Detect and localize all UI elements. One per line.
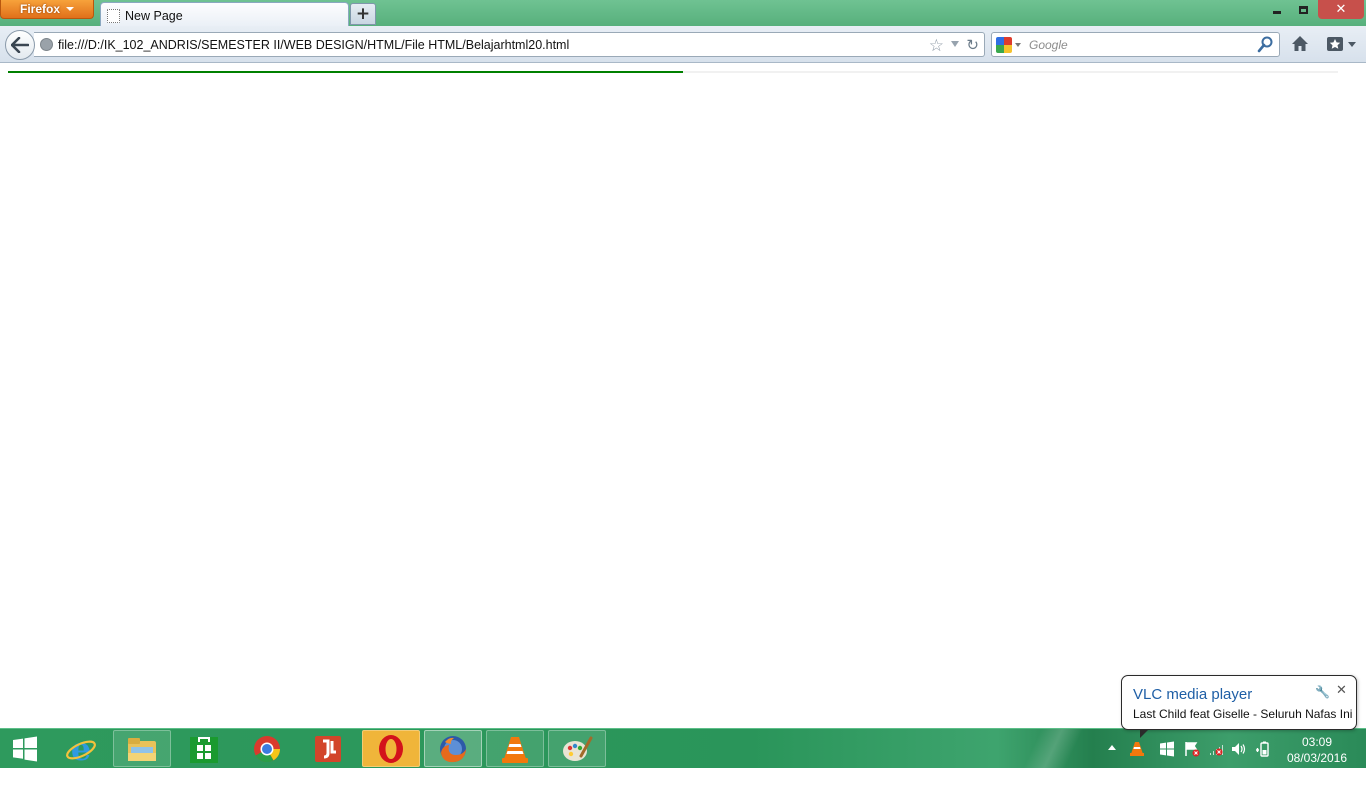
internet-explorer-icon: e	[66, 733, 96, 765]
search-magnifier-icon[interactable]	[1257, 36, 1273, 53]
horizontal-rule-shadow	[683, 71, 1338, 73]
opera-icon	[379, 734, 403, 763]
network-disconnected-icon[interactable]	[1208, 741, 1224, 757]
search-bar[interactable]	[991, 32, 1280, 57]
page-content	[0, 64, 1366, 728]
clock-date: 08/03/2016	[1286, 751, 1348, 765]
flag-error-icon[interactable]	[1184, 741, 1200, 757]
clock[interactable]: 03:09 08/03/2016	[1282, 734, 1352, 766]
balloon-tail	[1140, 719, 1149, 738]
chrome-icon	[254, 735, 281, 762]
vlc-tray-icon[interactable]	[1129, 741, 1145, 757]
reload-icon[interactable]: ↻	[966, 36, 979, 54]
clock-time: 03:09	[1301, 735, 1333, 749]
navigation-toolbar: file:///D:/IK_102_ANDRIS/SEMESTER II/WEB…	[0, 26, 1366, 63]
taskbar-foxit-reader[interactable]	[299, 730, 357, 767]
folder-icon	[128, 737, 156, 761]
taskbar: e 03:09 08/03/2016	[0, 728, 1366, 769]
url-text[interactable]: file:///D:/IK_102_ANDRIS/SEMESTER II/WEB…	[58, 38, 569, 52]
volume-icon[interactable]	[1231, 741, 1247, 757]
new-tab-button[interactable]: +	[350, 3, 376, 25]
firefox-icon	[440, 735, 466, 762]
search-engine-dropdown-icon[interactable]	[1015, 42, 1021, 47]
firefox-menu-button[interactable]: Firefox	[0, 0, 94, 19]
url-history-dropdown-icon[interactable]	[951, 41, 959, 47]
vlc-notification-balloon[interactable]: VLC media player 🔧 ✕ Last Child feat Gis…	[1121, 675, 1357, 738]
home-icon[interactable]	[1291, 35, 1309, 52]
bookmark-star-icon[interactable]: ☆	[929, 36, 944, 56]
notification-title: VLC media player	[1133, 686, 1253, 703]
address-bar[interactable]: file:///D:/IK_102_ANDRIS/SEMESTER II/WEB…	[34, 32, 985, 57]
power-battery-icon[interactable]	[1255, 741, 1271, 757]
wrench-icon[interactable]: 🔧	[1315, 685, 1330, 699]
bookmarks-icon	[1327, 37, 1343, 51]
taskbar-file-explorer[interactable]	[113, 730, 171, 767]
restore-icon	[1298, 5, 1308, 14]
taskbar-windows-store[interactable]	[175, 730, 233, 767]
chevron-down-icon	[66, 7, 74, 11]
taskbar-vlc[interactable]	[486, 730, 544, 767]
store-icon	[190, 736, 218, 763]
globe-icon[interactable]	[40, 38, 53, 51]
horizontal-rule	[8, 71, 683, 73]
taskbar-chrome[interactable]	[238, 730, 296, 767]
page-favicon-icon	[107, 8, 120, 23]
back-arrow-icon	[11, 37, 29, 53]
title-bar: Firefox New Page + ✕	[0, 0, 1366, 28]
tray-overflow-icon[interactable]	[1108, 745, 1116, 750]
tab-new-page[interactable]: New Page	[100, 2, 349, 28]
close-icon[interactable]: ✕	[1336, 683, 1347, 698]
paint-icon	[563, 736, 593, 761]
taskbar-paint[interactable]	[548, 730, 606, 767]
minimize-button[interactable]	[1266, 0, 1288, 19]
action-center-icon[interactable]	[1159, 741, 1175, 757]
taskbar-firefox[interactable]	[424, 730, 482, 767]
tab-title: New Page	[125, 8, 183, 23]
firefox-menu-label: Firefox	[19, 2, 60, 16]
taskbar-internet-explorer[interactable]: e	[52, 730, 110, 767]
google-icon[interactable]	[996, 36, 1012, 53]
foxit-reader-icon	[315, 735, 341, 762]
chevron-down-icon	[1348, 41, 1356, 47]
restore-button[interactable]	[1290, 0, 1316, 19]
bookmarks-menu-button[interactable]	[1326, 36, 1356, 52]
notification-text: Last Child feat Giselle - Seluruh Nafas …	[1133, 707, 1353, 721]
minimize-icon	[1273, 10, 1281, 14]
windows-logo-icon	[13, 736, 37, 761]
start-button[interactable]	[0, 730, 50, 767]
back-button[interactable]	[5, 30, 35, 60]
taskbar-opera[interactable]	[362, 730, 420, 767]
bottom-strip	[0, 768, 1366, 794]
close-window-button[interactable]: ✕	[1318, 0, 1364, 19]
vlc-icon	[502, 736, 528, 763]
search-input[interactable]	[1029, 37, 1249, 52]
svg-text:e: e	[71, 733, 91, 765]
